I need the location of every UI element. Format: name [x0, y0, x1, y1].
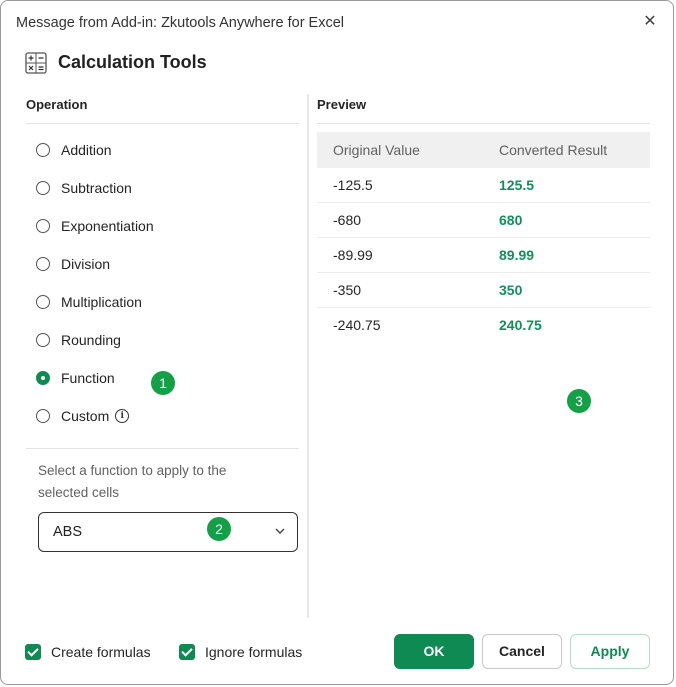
step-badge-1: 1 — [151, 371, 175, 395]
original-value-cell: -125.5 — [333, 177, 373, 193]
column-header-converted: Converted Result — [499, 142, 608, 158]
window-title: Message from Add-in: Zkutools Anywhere f… — [16, 15, 345, 31]
converted-result-cell: 680 — [499, 212, 523, 228]
converted-result-cell: 89.99 — [499, 247, 535, 263]
chevron-down-icon — [275, 528, 285, 534]
operation-title: Operation — [26, 97, 88, 112]
info-icon[interactable]: i — [115, 409, 130, 423]
radio-division[interactable]: Division — [36, 253, 110, 275]
radio-multiplication[interactable]: Multiplication — [36, 291, 142, 313]
ignore-formulas-checkbox[interactable]: Ignore formulas — [179, 644, 302, 660]
radio-label: Function — [61, 370, 115, 386]
radio-label: Division — [61, 256, 111, 272]
radio-button[interactable] — [36, 181, 50, 195]
preview-title: Preview — [317, 97, 367, 112]
title-bar: Message from Add-in: Zkutools Anywhere f… — [1, 1, 673, 45]
calculation-tools-dialog: Message from Add-in: Zkutools Anywhere f… — [0, 0, 674, 685]
cancel-button[interactable]: Cancel — [482, 634, 562, 669]
radio-label: Rounding — [61, 332, 121, 348]
radio-button[interactable] — [36, 333, 50, 347]
dialog-heading: Calculation Tools — [58, 52, 207, 72]
radio-label: Addition — [61, 142, 112, 158]
ok-button[interactable]: OK — [394, 634, 474, 669]
calculator-icon — [25, 52, 47, 74]
converted-result-cell: 125.5 — [499, 177, 535, 193]
radio-custom[interactable]: Custom i — [36, 405, 130, 427]
radio-button-selected[interactable] — [36, 371, 50, 385]
table-row: -125.5 125.5 — [317, 168, 650, 203]
original-value-cell: -89.99 — [333, 247, 373, 263]
table-row: -680 680 — [317, 203, 650, 238]
radio-button[interactable] — [36, 143, 50, 157]
radio-rounding[interactable]: Rounding — [36, 329, 121, 351]
function-select-value: ABS — [53, 524, 83, 540]
panel-divider — [307, 94, 309, 618]
column-header-original: Original Value — [333, 142, 420, 158]
original-value-cell: -350 — [333, 282, 362, 298]
operation-divider — [26, 123, 299, 124]
converted-result-cell: 240.75 — [499, 317, 542, 333]
radio-subtraction[interactable]: Subtraction — [36, 177, 132, 199]
apply-button[interactable]: Apply — [570, 634, 650, 669]
radio-button[interactable] — [36, 409, 50, 423]
preview-table: Original Value Converted Result -125.5 1… — [317, 132, 650, 343]
radio-addition[interactable]: Addition — [36, 139, 112, 161]
radio-button[interactable] — [36, 257, 50, 271]
step-badge-2: 2 — [207, 517, 231, 541]
checkbox-checked-icon[interactable] — [25, 644, 41, 660]
function-hint: Select a function to apply to the select… — [38, 463, 227, 500]
radio-label: Exponentiation — [61, 218, 154, 234]
radio-exponentiation[interactable]: Exponentiation — [36, 215, 154, 237]
converted-result-cell: 350 — [499, 282, 523, 298]
table-header: Original Value Converted Result — [317, 132, 650, 168]
create-formulas-checkbox[interactable]: Create formulas — [25, 644, 151, 660]
radio-button[interactable] — [36, 219, 50, 233]
radio-button[interactable] — [36, 295, 50, 309]
original-value-cell: -680 — [333, 212, 362, 228]
radio-label: Custom — [61, 408, 110, 424]
original-value-cell: -240.75 — [333, 317, 381, 333]
step-badge-3: 3 — [567, 389, 591, 413]
function-divider — [26, 448, 299, 449]
radio-label: Multiplication — [61, 294, 142, 310]
radio-function[interactable]: Function — [36, 367, 115, 389]
function-select[interactable]: ABS — [38, 512, 298, 552]
checkbox-checked-icon[interactable] — [179, 644, 195, 660]
ignore-formulas-label: Ignore formulas — [205, 644, 303, 660]
create-formulas-label: Create formulas — [51, 644, 151, 660]
preview-divider — [317, 123, 650, 124]
table-row: -350 350 — [317, 273, 650, 308]
radio-label: Subtraction — [61, 180, 132, 196]
table-row: -89.99 89.99 — [317, 238, 650, 273]
close-icon[interactable]: ✕ — [639, 11, 661, 33]
table-row: -240.75 240.75 — [317, 308, 650, 343]
